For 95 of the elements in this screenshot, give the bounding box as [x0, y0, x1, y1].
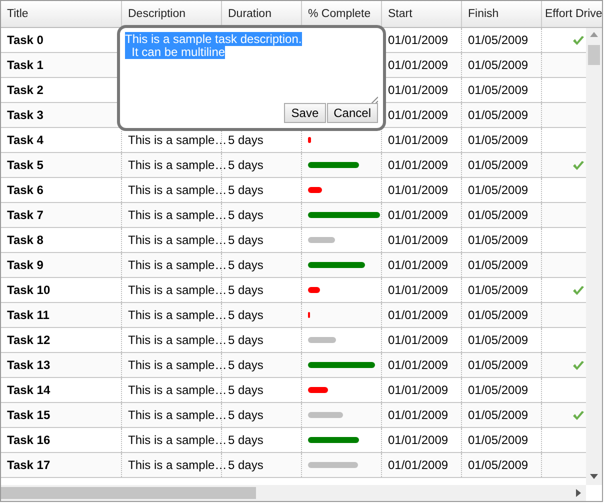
table-cell-text: 01/05/2009: [468, 257, 528, 274]
table-cell-text: This is a sample…: [128, 182, 227, 199]
table-cell-text: Task 2: [7, 82, 44, 99]
vertical-scrollbar[interactable]: [586, 28, 602, 485]
table-cell-text: 01/05/2009: [468, 207, 528, 224]
table-cell-text: This is a sample…: [128, 232, 227, 249]
table-cell-text: Task 15: [7, 407, 50, 424]
table-cell-text: 01/01/2009: [388, 157, 448, 174]
table-cell-text: Task 3: [7, 107, 44, 124]
table-cell-text: 01/01/2009: [388, 407, 448, 424]
table-cell-text: This is a sample…: [128, 407, 227, 424]
table-cell-text: 01/01/2009: [388, 132, 448, 149]
table-cell-text: 01/05/2009: [468, 32, 528, 49]
table-cell-text: 5 days: [228, 382, 264, 399]
save-button[interactable]: Save: [284, 103, 326, 123]
table-cell-text: 01/05/2009: [468, 82, 528, 99]
table-cell-text: 5 days: [228, 207, 264, 224]
scrollbar-thumb[interactable]: [1, 487, 256, 499]
table-cell-text: This is a sample…: [128, 357, 227, 374]
table-cell-text: 01/01/2009: [388, 82, 448, 99]
horizontal-scrollbar[interactable]: [1, 485, 586, 501]
table-cell-text: Task 11: [7, 307, 50, 324]
table-cell-text: 5 days: [228, 232, 264, 249]
table-cell-text: 01/01/2009: [388, 382, 448, 399]
table-cell-text: 01/05/2009: [468, 107, 528, 124]
table-cell-text: 01/01/2009: [388, 57, 448, 74]
table-cell-text: This is a sample…: [128, 307, 227, 324]
scroll-up-icon[interactable]: [590, 32, 598, 38]
table-cell-text: 01/05/2009: [468, 182, 528, 199]
table-cell-text: 5 days: [228, 357, 264, 374]
table-cell-text: Task 9: [7, 257, 44, 274]
table-cell-text: 01/05/2009: [468, 282, 528, 299]
table-cell-text: This is a sample…: [128, 282, 227, 299]
table-cell-text: 01/01/2009: [388, 207, 448, 224]
table-cell-text: 01/05/2009: [468, 157, 528, 174]
table-cell-text: 5 days: [228, 257, 264, 274]
table-cell-text: 01/01/2009: [388, 182, 448, 199]
table-cell-text: 01/01/2009: [388, 232, 448, 249]
table-cell-text: 01/05/2009: [468, 407, 528, 424]
table-cell-text: 5 days: [228, 407, 264, 424]
table-cell-text: This is a sample…: [128, 132, 227, 149]
table-cell-text: 01/05/2009: [468, 307, 528, 324]
table-cell-text: 5 days: [228, 182, 264, 199]
table-cell-text: This is a sample…: [128, 457, 227, 474]
table-cell-text: This is a sample…: [128, 432, 227, 449]
table-cell-text: 01/01/2009: [388, 282, 448, 299]
table-cell-text: 01/01/2009: [388, 357, 448, 374]
scroll-down-icon[interactable]: [590, 474, 598, 480]
table-cell-text: 01/05/2009: [468, 432, 528, 449]
table-cell-text: 5 days: [228, 282, 264, 299]
table-cell-text: This is a sample…: [128, 382, 227, 399]
table-cell-text: Task 16: [7, 432, 50, 449]
resize-handle-icon[interactable]: [370, 96, 378, 104]
column-header[interactable]: Start: [382, 1, 462, 27]
table-cell-text: Task 8: [7, 232, 44, 249]
scrollbar-thumb[interactable]: [588, 45, 600, 65]
table-cell-text: 01/05/2009: [468, 382, 528, 399]
table-cell-text: This is a sample…: [128, 157, 227, 174]
table-cell-text: 01/01/2009: [388, 457, 448, 474]
table-cell-text: Task 5: [7, 157, 44, 174]
table-cell-text: 5 days: [228, 332, 264, 349]
table-cell-text: Task 10: [7, 282, 50, 299]
table-cell-text: 01/01/2009: [388, 307, 448, 324]
table-cell-text: This is a sample…: [128, 332, 227, 349]
table-cell-text: Task 1: [7, 57, 44, 74]
table-cell-text: 01/01/2009: [388, 432, 448, 449]
table-cell-text: 01/05/2009: [468, 357, 528, 374]
table-cell-text: Task 7: [7, 207, 44, 224]
table-cell-text: Task 14: [7, 382, 50, 399]
table-cell-text: 5 days: [228, 307, 264, 324]
table-cell-text: Task 6: [7, 182, 44, 199]
table-cell-text: 5 days: [228, 157, 264, 174]
table-cell-text: 5 days: [228, 432, 264, 449]
table-cell-text: This is a sample…: [128, 257, 227, 274]
table-cell-text: 01/05/2009: [468, 232, 528, 249]
table-cell-text: Task 12: [7, 332, 50, 349]
table-cell-text: 01/05/2009: [468, 332, 528, 349]
cancel-button[interactable]: Cancel: [326, 103, 378, 123]
table-cell-text: 01/01/2009: [388, 257, 448, 274]
table-cell-text: Task 4: [7, 132, 44, 149]
table-cell-text: 5 days: [228, 132, 264, 149]
table-cell-text: Task 0: [7, 32, 44, 49]
table-cell-text: 5 days: [228, 457, 264, 474]
column-header[interactable]: Finish: [462, 1, 542, 27]
table-cell-text: 01/01/2009: [388, 332, 448, 349]
table-cell-text: 01/01/2009: [388, 32, 448, 49]
table-cell-text: Task 17: [7, 457, 50, 474]
table-cell-text: This is a sample…: [128, 207, 227, 224]
table-cell-text: 01/05/2009: [468, 132, 528, 149]
column-header[interactable]: Effort Drive: [542, 1, 602, 27]
table-cell-text: 01/05/2009: [468, 57, 528, 74]
table-cell-text: 01/01/2009: [388, 107, 448, 124]
scroll-right-icon[interactable]: [576, 489, 582, 497]
table-cell-text: 01/05/2009: [468, 457, 528, 474]
table-cell-text: Task 13: [7, 357, 50, 374]
